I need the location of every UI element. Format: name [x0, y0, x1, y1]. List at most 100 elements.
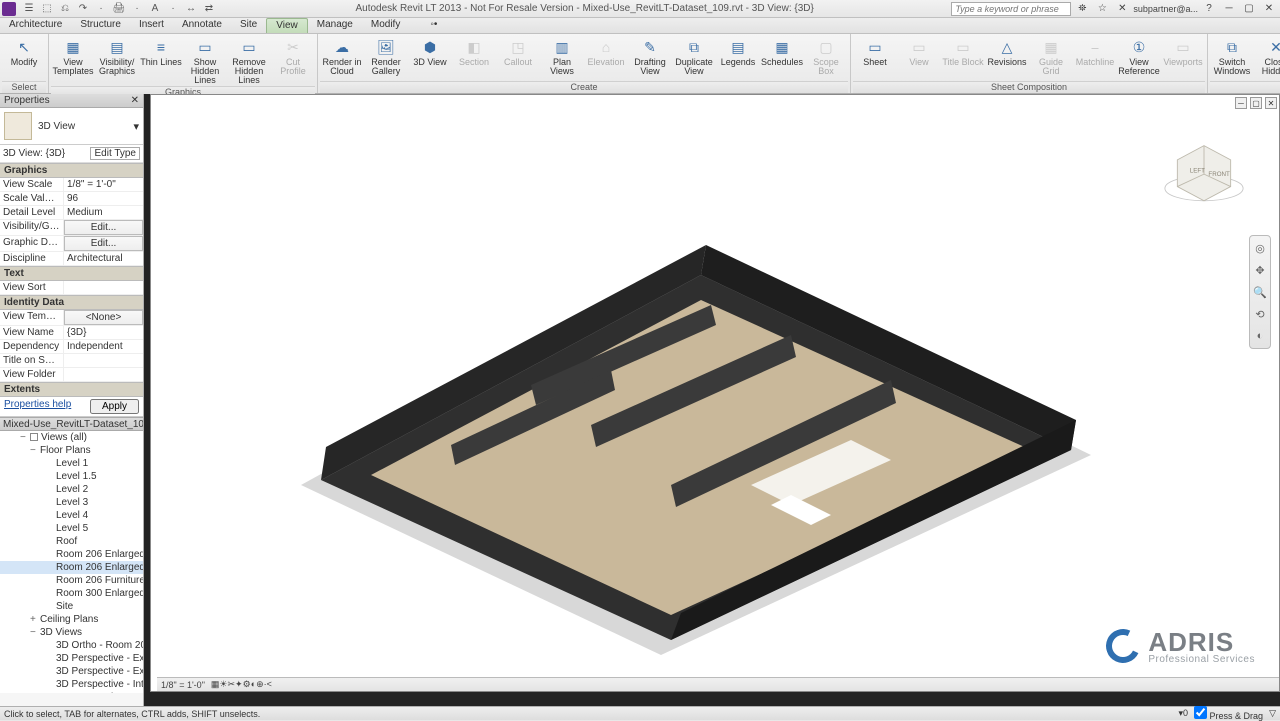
qat-btn-9[interactable]: ↔ [183, 2, 199, 16]
properties-help-link[interactable]: Properties help [4, 399, 71, 414]
view-status-icon-2[interactable]: ✂ [227, 679, 235, 690]
qat-btn-3[interactable]: ↷ [75, 2, 91, 16]
steering-wheel-icon[interactable]: ◎ [1252, 240, 1268, 256]
view-min-icon[interactable]: ─ [1235, 97, 1247, 109]
tree-node[interactable]: 3D Perspective - Exterior [0, 665, 143, 678]
qat-btn-1[interactable]: ⬚ [39, 2, 55, 16]
prop-row[interactable]: View Name{3D} [0, 326, 143, 340]
ribbon-visibility-graphics[interactable]: ▤Visibility/ Graphics [95, 36, 139, 77]
tree-node[interactable]: Level 5 [0, 522, 143, 535]
tree-node[interactable]: Site [0, 600, 143, 613]
prop-row[interactable]: Scale Value 1:96 [0, 192, 143, 206]
sign-in-icon[interactable]: ☆ [1093, 2, 1111, 16]
tree-node[interactable]: Roof [0, 535, 143, 548]
ribbon-thin-lines[interactable]: ≡Thin Lines [139, 36, 183, 68]
tree-node[interactable]: Level 1.5 [0, 470, 143, 483]
prop-group-graphics[interactable]: Graphics [0, 163, 143, 178]
qat-btn-8[interactable]: · [165, 2, 181, 16]
prop-row[interactable]: View Folder [0, 368, 143, 382]
instance-filter[interactable]: 3D View: {3D} [3, 148, 90, 159]
prop-row[interactable]: View Scale1/8" = 1'-0" [0, 178, 143, 192]
ribbon-show-hidden-lines[interactable]: ▭Show Hidden Lines [183, 36, 227, 86]
tree-node[interactable]: Level 2 [0, 483, 143, 496]
ribbon-min-icon[interactable]: ◦• [421, 18, 446, 33]
ribbon-remove-hidden-lines[interactable]: ▭Remove Hidden Lines [227, 36, 271, 86]
tree-node[interactable]: 3D Ortho - Room 206 [0, 639, 143, 652]
ribbon-view-reference[interactable]: ①View Reference [1117, 36, 1161, 77]
ribbon-drafting-view[interactable]: ✎Drafting View [628, 36, 672, 77]
qat-btn-6[interactable]: · [129, 2, 145, 16]
app-icon[interactable] [2, 2, 16, 16]
prop-group-text[interactable]: Text [0, 266, 143, 281]
prop-row[interactable]: View Sort [0, 281, 143, 295]
tab-modify[interactable]: Modify [362, 18, 409, 33]
qat-btn-2[interactable]: ⎌ [57, 2, 73, 16]
view-status-icon-4[interactable]: ⚙ [243, 679, 251, 690]
qat-btn-4[interactable]: · [93, 2, 109, 16]
project-browser-tree[interactable]: −Views (all)−Floor PlansLevel 1Level 1.5… [0, 431, 143, 693]
pan-icon[interactable]: ✥ [1252, 262, 1268, 278]
user-label[interactable]: subpartner@a... [1133, 2, 1198, 16]
drawing-canvas[interactable]: ─ ▢ ✕ LEFT FRONT ◎ ✥ 🔍 ⟲ ◐ [150, 94, 1280, 692]
tree-node[interactable]: Level 3 [0, 496, 143, 509]
tree-node[interactable]: Level 4 [0, 509, 143, 522]
apply-button[interactable]: Apply [90, 399, 139, 414]
prop-row[interactable]: DependencyIndependent [0, 340, 143, 354]
tab-insert[interactable]: Insert [130, 18, 173, 33]
ribbon-switch-windows[interactable]: ⧉Switch Windows [1210, 36, 1254, 77]
ribbon-render-in-cloud[interactable]: ☁Render in Cloud [320, 36, 364, 77]
lookaround-icon[interactable]: ◐ [1252, 328, 1268, 344]
tree-node[interactable]: +Ceiling Plans [0, 613, 143, 626]
tree-node[interactable]: Room 206 Furniture [0, 574, 143, 587]
ribbon-legends[interactable]: ▤Legends [716, 36, 760, 68]
tab-architecture[interactable]: Architecture [0, 18, 71, 33]
view-cube[interactable]: LEFT FRONT [1159, 135, 1249, 215]
properties-title[interactable]: Properties ✕ [0, 94, 143, 108]
prop-row[interactable]: View Template<None> [0, 310, 143, 326]
exchange-icon[interactable]: ✕ [1113, 2, 1131, 16]
view-status-icon-3[interactable]: ✦ [235, 679, 243, 690]
selection-filter-icon[interactable]: ▾0 [1179, 708, 1189, 719]
ribbon-schedules[interactable]: ▦Schedules [760, 36, 804, 68]
tab-manage[interactable]: Manage [308, 18, 362, 33]
view-close-icon[interactable]: ✕ [1265, 97, 1277, 109]
navigation-bar[interactable]: ◎ ✥ 🔍 ⟲ ◐ [1249, 235, 1271, 349]
tab-structure[interactable]: Structure [71, 18, 130, 33]
infocenter-icon[interactable]: ⛯ [1073, 2, 1091, 16]
tree-node[interactable]: Room 206 Enlarged [0, 548, 143, 561]
type-selector[interactable]: 3D View ▾ [0, 108, 143, 145]
zoom-icon[interactable]: 🔍 [1252, 284, 1268, 300]
ribbon-sheet[interactable]: ▭Sheet [853, 36, 897, 68]
search-input[interactable] [951, 2, 1071, 16]
ribbon-modify[interactable]: ↖Modify [2, 36, 46, 68]
press-drag-toggle[interactable]: Press & Drag [1194, 706, 1263, 721]
prop-group-identity-data[interactable]: Identity Data [0, 295, 143, 310]
qat-btn-7[interactable]: A [147, 2, 163, 16]
orbit-icon[interactable]: ⟲ [1252, 306, 1268, 322]
view-max-icon[interactable]: ▢ [1250, 97, 1262, 109]
help-icon[interactable]: ? [1200, 2, 1218, 16]
chevron-down-icon[interactable]: ▾ [133, 120, 139, 133]
ribbon-render-gallery[interactable]: 🖼Render Gallery [364, 36, 408, 77]
view-control-bar[interactable]: 1/8" = 1'-0" ▦☀✂✦⚙◐⊕·< [157, 677, 1279, 691]
view-status-icon-1[interactable]: ☀ [219, 679, 227, 690]
prop-row[interactable]: Visibility/Grap...Edit... [0, 220, 143, 236]
edit-type-button[interactable]: Edit Type [90, 147, 140, 160]
view-scale[interactable]: 1/8" = 1'-0" [161, 680, 205, 690]
ribbon-revisions[interactable]: △Revisions [985, 36, 1029, 68]
prop-row[interactable]: DisciplineArchitectural [0, 252, 143, 266]
qat-btn-10[interactable]: ⇄ [201, 2, 217, 16]
maximize-button[interactable]: ▢ [1240, 2, 1258, 16]
tree-node[interactable]: −Views (all) [0, 431, 143, 444]
tab-view[interactable]: View [266, 18, 308, 33]
tree-node[interactable]: −Floor Plans [0, 444, 143, 457]
project-browser-title[interactable]: Mixed-Use_RevitLT-Dataset_109.rvt ... [0, 417, 143, 431]
view-status-icon-0[interactable]: ▦ [211, 679, 220, 690]
filter-icon[interactable]: ▽ [1269, 708, 1276, 719]
prop-row[interactable]: Title on Sheet [0, 354, 143, 368]
close-button[interactable]: ✕ [1260, 2, 1278, 16]
prop-row[interactable]: Detail LevelMedium [0, 206, 143, 220]
tree-node[interactable]: 3D Perspective - Interior [0, 678, 143, 691]
tree-node[interactable]: Level 1 [0, 457, 143, 470]
tree-node[interactable]: Room 206 Enlarged (Sh... [0, 561, 143, 574]
